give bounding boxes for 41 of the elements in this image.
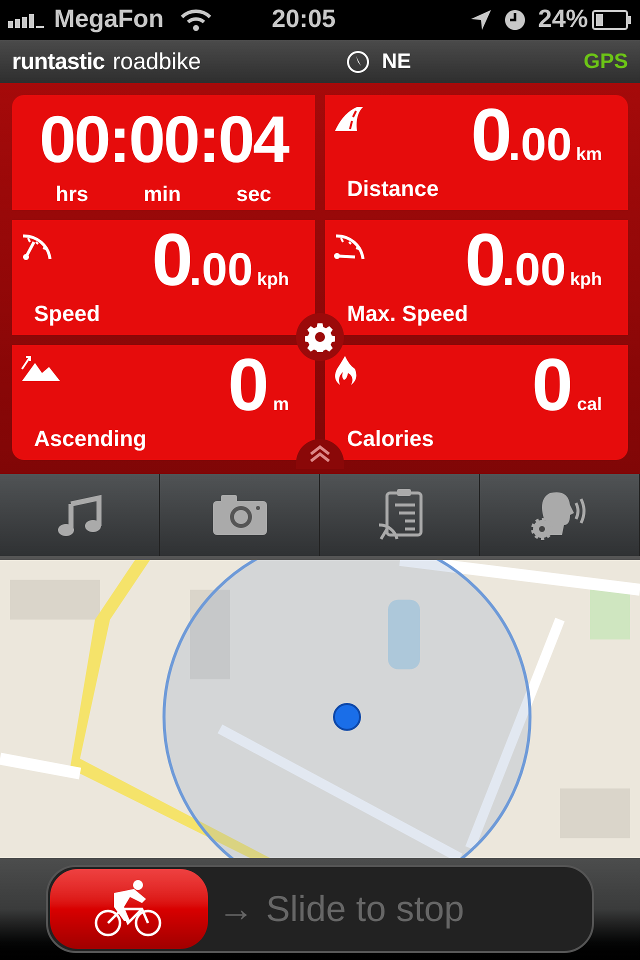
- metric-unit: kph: [570, 268, 602, 291]
- flame-icon: [333, 355, 359, 387]
- signal-icon: [8, 12, 46, 28]
- settings-icon: [305, 322, 335, 352]
- brand-name: runtastic: [12, 47, 105, 76]
- battery-percent: 24%: [538, 4, 588, 36]
- clock-time: 20:05: [272, 4, 336, 36]
- time-unit: min: [144, 182, 181, 208]
- slider-label: Slide to stop: [266, 887, 464, 931]
- slider-handle[interactable]: [50, 869, 208, 949]
- battery-icon: [592, 9, 632, 31]
- camera-icon: [212, 495, 266, 535]
- wifi-icon: [180, 8, 212, 32]
- metric-label: Calories: [347, 426, 435, 452]
- metric-unit: cal: [576, 393, 602, 416]
- metric-unit: m: [272, 393, 289, 416]
- slider-arrow: →: [218, 887, 254, 931]
- metric-unit: km: [576, 143, 602, 166]
- stop-slider[interactable]: → Slide to stop: [46, 865, 594, 953]
- metric-label: Ascending: [34, 426, 148, 452]
- clipboard-gauge-icon: [376, 489, 422, 541]
- time-unit: sec: [236, 182, 272, 208]
- gps-indicator: GPS: [584, 48, 628, 75]
- product-name: roadbike: [112, 47, 201, 76]
- chevron-up-icon: [308, 444, 332, 462]
- alarm-clock-icon: [504, 9, 526, 31]
- metric-label: Distance: [347, 176, 440, 202]
- compass-icon: [346, 50, 370, 74]
- cyclist-icon: [94, 879, 164, 939]
- music-note-icon: [56, 494, 102, 536]
- metric-value: 0: [228, 345, 269, 425]
- elapsed-time: 00:00:04: [39, 101, 288, 178]
- time-unit: hrs: [56, 182, 88, 208]
- heading-direction: NE: [382, 48, 412, 75]
- carrier-name: MegaFon: [54, 4, 164, 36]
- metric-label: Speed: [34, 301, 102, 327]
- metric-value: 0: [532, 345, 573, 425]
- metric-unit: kph: [256, 268, 289, 291]
- location-arrow-icon: [470, 9, 492, 31]
- mountain-icon: [20, 355, 62, 383]
- metric-label: Max. Speed: [347, 301, 470, 327]
